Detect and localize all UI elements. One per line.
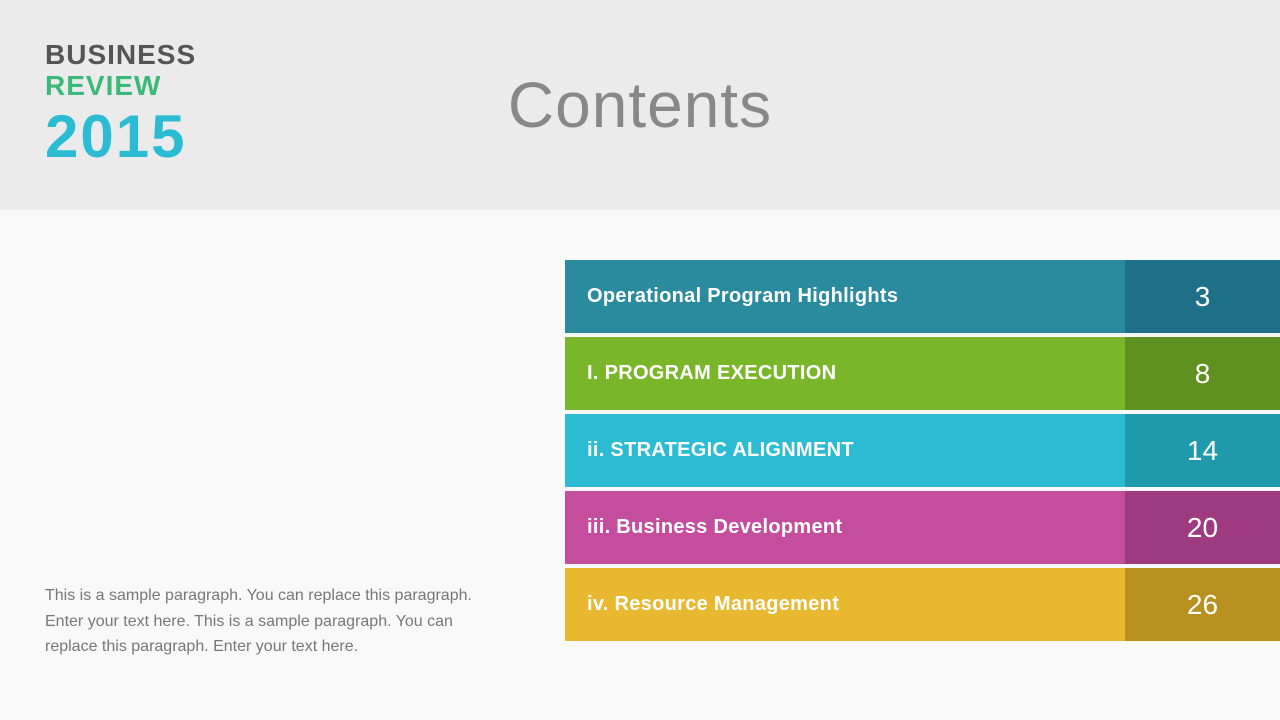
table-row[interactable]: ii. STRATEGIC ALIGNMENT14 — [565, 414, 1280, 487]
table-row[interactable]: Operational Program Highlights3 — [565, 260, 1280, 333]
toc-label-1: Operational Program Highlights — [565, 260, 1125, 333]
left-panel: This is a sample paragraph. You can repl… — [45, 250, 565, 680]
toc-label-5: iv. Resource Management — [565, 568, 1125, 641]
brand-review: REVIEW — [45, 71, 196, 102]
table-row[interactable]: I. PROGRAM EXECUTION8 — [565, 337, 1280, 410]
toc-label-4: iii. Business Development — [565, 491, 1125, 564]
brand-business: BUSINESS — [45, 40, 196, 71]
toc-page-2: 8 — [1125, 337, 1280, 410]
sample-paragraph: This is a sample paragraph. You can repl… — [45, 583, 475, 660]
header: BUSINESS REVIEW 2015 Contents — [0, 0, 1280, 210]
table-of-contents: Operational Program Highlights3I. PROGRA… — [565, 250, 1280, 641]
toc-label-2: I. PROGRAM EXECUTION — [565, 337, 1125, 410]
toc-page-1: 3 — [1125, 260, 1280, 333]
brand-year: 2015 — [45, 104, 196, 170]
toc-label-3: ii. STRATEGIC ALIGNMENT — [565, 414, 1125, 487]
page-title: Contents — [508, 68, 772, 142]
brand: BUSINESS REVIEW 2015 — [45, 40, 196, 170]
toc-page-3: 14 — [1125, 414, 1280, 487]
toc-page-4: 20 — [1125, 491, 1280, 564]
toc-page-5: 26 — [1125, 568, 1280, 641]
content-area: This is a sample paragraph. You can repl… — [0, 210, 1280, 720]
table-row[interactable]: iv. Resource Management26 — [565, 568, 1280, 641]
table-row[interactable]: iii. Business Development20 — [565, 491, 1280, 564]
